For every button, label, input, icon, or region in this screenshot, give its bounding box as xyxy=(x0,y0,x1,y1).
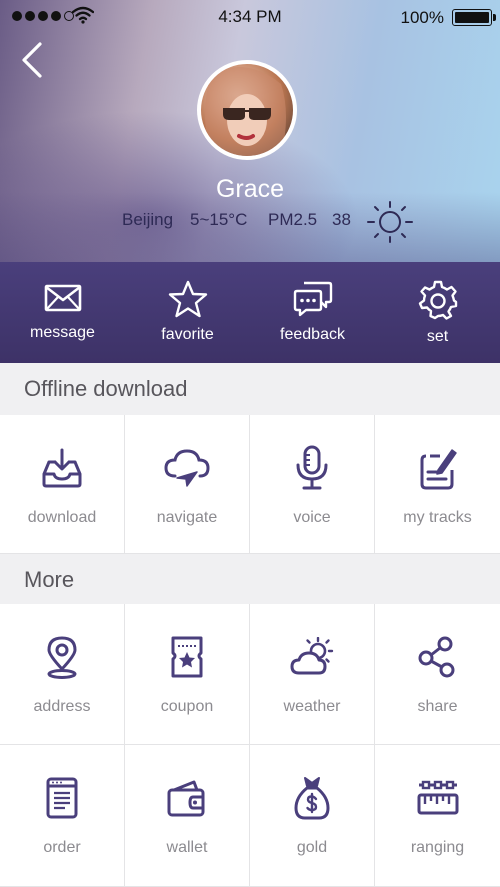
avatar[interactable] xyxy=(197,60,297,160)
order-document-icon xyxy=(46,777,78,819)
settings-button[interactable]: set xyxy=(375,262,500,363)
money-bag-icon xyxy=(294,777,330,820)
navigate-tile[interactable]: navigate xyxy=(125,415,250,554)
message-label: message xyxy=(30,324,95,341)
wallet-tile[interactable]: wallet xyxy=(125,745,250,887)
sun-icon xyxy=(367,201,413,243)
gold-tile[interactable]: gold xyxy=(250,745,375,887)
voice-tile[interactable]: voice xyxy=(250,415,375,554)
ruler-icon xyxy=(417,780,458,815)
battery-icon xyxy=(452,9,496,26)
more-grid: address coupon weather share order walle… xyxy=(0,604,500,887)
profile-name: Grace xyxy=(215,175,285,203)
city-label: Beijing xyxy=(122,210,174,229)
chat-bubbles-icon xyxy=(293,281,332,317)
download-tray-icon xyxy=(42,448,82,488)
avatar-photo-icon xyxy=(205,66,286,156)
address-label: address xyxy=(33,698,91,715)
feedback-label: feedback xyxy=(280,326,345,343)
favorite-label: favorite xyxy=(161,326,214,343)
settings-label: set xyxy=(426,328,449,345)
gear-icon xyxy=(418,280,457,320)
location-pin-icon xyxy=(47,636,77,679)
my-tracks-label: my tracks xyxy=(403,509,472,526)
message-button[interactable]: message xyxy=(0,262,125,363)
order-label: order xyxy=(43,839,81,856)
ranging-label: ranging xyxy=(410,839,465,856)
action-bar: message favorite feedback set xyxy=(0,262,500,363)
pm-value: 38 xyxy=(332,210,351,229)
ranging-tile[interactable]: ranging xyxy=(375,745,500,887)
navigate-label: navigate xyxy=(156,509,218,526)
address-tile[interactable]: address xyxy=(0,604,125,745)
more-header: More xyxy=(0,554,500,606)
battery-percentage: 100% xyxy=(400,8,444,27)
envelope-icon xyxy=(44,284,81,312)
favorite-button[interactable]: favorite xyxy=(125,262,250,363)
temperature-label: 5~15°C xyxy=(190,210,248,229)
share-tile[interactable]: share xyxy=(375,604,500,745)
gold-label: gold xyxy=(296,839,328,856)
weather-tile[interactable]: weather xyxy=(250,604,375,745)
order-tile[interactable]: order xyxy=(0,745,125,887)
clipboard-edit-icon xyxy=(420,449,457,490)
download-tile[interactable]: download xyxy=(0,415,125,554)
pm-label: PM2.5 xyxy=(268,210,318,229)
wallet-icon xyxy=(167,780,205,817)
offline-download-grid: download navigate voice my tracks xyxy=(0,415,500,554)
weather-label: weather xyxy=(283,698,341,715)
offline-download-header: Offline download xyxy=(0,363,500,415)
coupon-label: coupon xyxy=(160,698,214,715)
share-nodes-icon xyxy=(418,636,454,678)
back-chevron-icon[interactable] xyxy=(18,40,46,80)
status-bar: 4:34 PM 100% xyxy=(0,0,500,34)
profile-header: 4:34 PM 100% Grace Beijing 5~15°C PM2.5 … xyxy=(0,0,500,262)
coupon-ticket-icon xyxy=(171,636,203,678)
star-icon xyxy=(168,280,207,318)
share-label: share xyxy=(417,698,458,715)
wallet-label: wallet xyxy=(166,839,208,856)
feedback-button[interactable]: feedback xyxy=(250,262,375,363)
my-tracks-tile[interactable]: my tracks xyxy=(375,415,500,554)
download-label: download xyxy=(27,509,97,526)
weather-cloud-sun-icon xyxy=(290,637,334,675)
coupon-tile[interactable]: coupon xyxy=(125,604,250,745)
cloud-navigate-icon xyxy=(164,449,210,487)
microphone-icon xyxy=(296,445,328,490)
voice-label: voice xyxy=(293,509,331,526)
